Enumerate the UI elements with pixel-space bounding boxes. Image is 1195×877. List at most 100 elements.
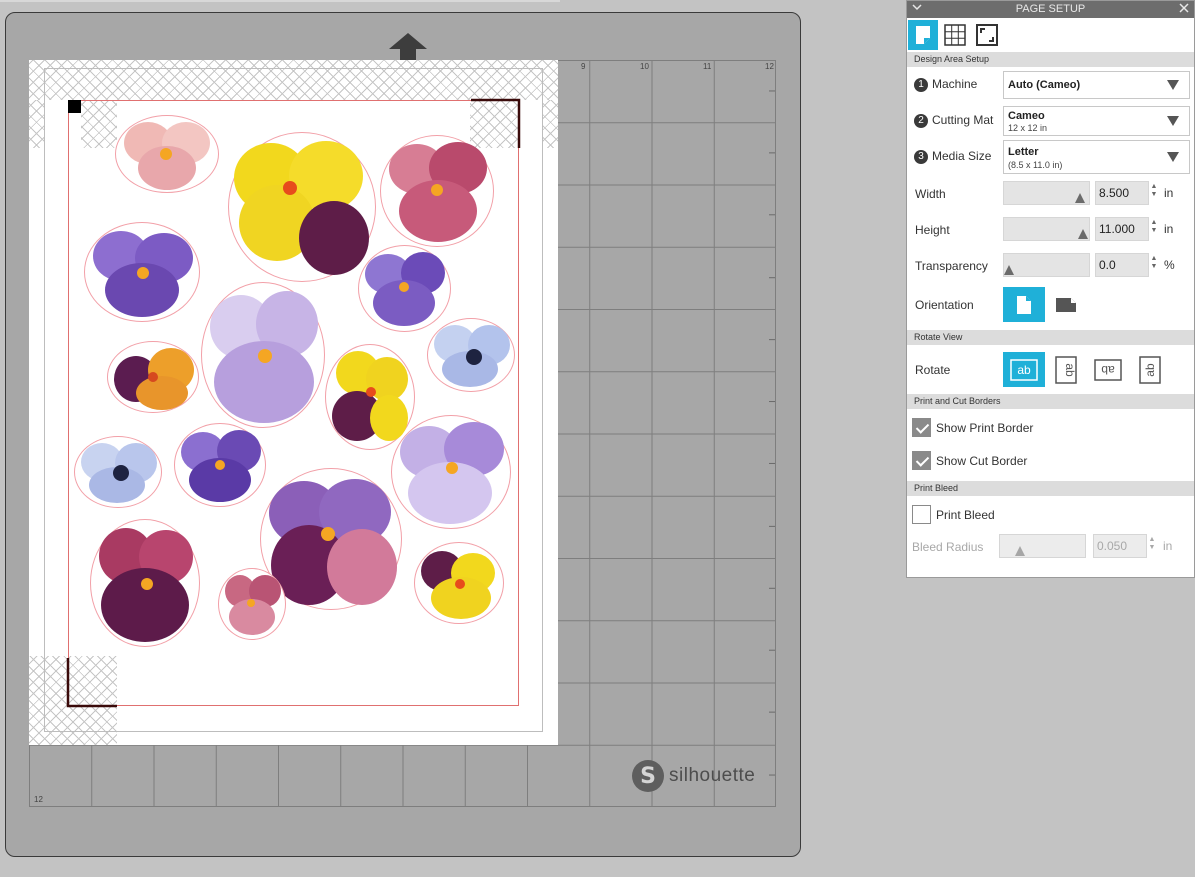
rotate-glyph: ab xyxy=(1101,363,1115,377)
media-page[interactable] xyxy=(29,60,558,745)
stepper-icon[interactable]: ▲ ▼ xyxy=(1149,255,1159,271)
slider-thumb[interactable] xyxy=(1077,229,1088,239)
up-arrow-icon[interactable] xyxy=(388,32,428,62)
width-input[interactable]: 8.500 xyxy=(1095,181,1149,205)
show-print-border-checkbox[interactable] xyxy=(912,418,931,437)
chevron-down-icon[interactable] xyxy=(911,1,923,19)
step-number: 3 xyxy=(914,149,928,164)
rotate-180-button[interactable]: ab xyxy=(1087,352,1129,387)
height-unit: in xyxy=(1164,222,1174,236)
cutting-mat-dropdown[interactable]: Cameo 12 x 12 in xyxy=(1003,106,1190,136)
transparency-unit: % xyxy=(1164,258,1175,272)
rotate-glyph: ab xyxy=(1063,363,1077,377)
media-size-dropdown[interactable]: Letter (8.5 x 11.0 in) xyxy=(1003,140,1190,174)
landscape-icon xyxy=(1056,297,1076,312)
width-slider[interactable] xyxy=(1003,181,1090,205)
pansy-sticker[interactable] xyxy=(380,135,494,247)
grid-icon[interactable] xyxy=(940,20,970,50)
orientation-label: Orientation xyxy=(915,298,974,312)
bleed-radius-label: Bleed Radius xyxy=(912,540,984,554)
width-row: Width 8.500 ▲ ▼ in xyxy=(907,177,1194,213)
rotate-glyph: ab xyxy=(1143,363,1157,377)
pansy-sticker[interactable] xyxy=(218,568,286,640)
rotate-0-button[interactable]: ab xyxy=(1003,352,1045,387)
section-rotate-view: Rotate View xyxy=(907,330,1194,345)
machine-label: 1 Machine xyxy=(914,77,977,92)
transparency-input[interactable]: 0.0 xyxy=(1095,253,1149,277)
machine-value: Auto (Cameo) xyxy=(1008,79,1081,91)
rotate-glyph: ab xyxy=(1017,363,1031,377)
brand-text: silhouette xyxy=(669,765,756,786)
registration-mark-corner xyxy=(471,98,521,148)
page-icon[interactable] xyxy=(908,20,938,50)
cutting-mat-value: Cameo xyxy=(1008,110,1045,122)
rotate-0-icon: ab xyxy=(1010,358,1038,381)
portrait-orientation-button[interactable] xyxy=(1003,287,1045,322)
fullscreen-icon[interactable] xyxy=(972,20,1002,50)
print-bleed-row: Print Bleed xyxy=(907,496,1194,530)
show-cut-border-label: Show Cut Border xyxy=(936,454,1028,468)
transparency-slider[interactable] xyxy=(1003,253,1090,277)
pansy-sticker[interactable] xyxy=(115,115,219,193)
ruler-label: 9 xyxy=(581,62,586,71)
rotate-row: Rotate ab ab ab ab xyxy=(907,345,1194,394)
machine-dropdown[interactable]: Auto (Cameo) xyxy=(1003,71,1190,99)
media-size-label: 3 Media Size xyxy=(914,149,991,164)
media-size-value: Letter xyxy=(1008,146,1039,158)
panel-title: PAGE SETUP xyxy=(1015,3,1086,15)
bleed-radius-unit: in xyxy=(1163,539,1173,553)
machine-row: 1 Machine Auto (Cameo) xyxy=(907,67,1194,103)
registration-mark-corner xyxy=(66,658,117,708)
stepper-icon[interactable]: ▲ ▼ xyxy=(1149,219,1159,235)
rotate-label: Rotate xyxy=(915,363,951,377)
pansy-sticker[interactable] xyxy=(174,423,266,507)
registration-mark-square xyxy=(68,100,81,113)
stepper-icon[interactable]: ▲ ▼ xyxy=(1149,183,1159,199)
slider-thumb[interactable] xyxy=(1015,546,1025,556)
show-print-border-label: Show Print Border xyxy=(936,421,1034,435)
no-print-zone xyxy=(29,100,44,148)
chevron-down-icon xyxy=(1167,80,1179,90)
rotate-180-icon: ab xyxy=(1094,358,1122,381)
pansy-sticker[interactable] xyxy=(228,132,376,282)
landscape-orientation-button[interactable] xyxy=(1045,287,1087,322)
height-slider[interactable] xyxy=(1003,217,1090,241)
height-input[interactable]: 11.000 xyxy=(1095,217,1149,241)
pansy-sticker[interactable] xyxy=(107,341,199,413)
slider-thumb[interactable] xyxy=(1004,265,1014,275)
brand-logo: S silhouette xyxy=(632,760,755,792)
stepper-icon[interactable]: ▲ ▼ xyxy=(1147,536,1157,552)
bleed-radius-slider[interactable] xyxy=(999,534,1086,558)
rotate-270-icon: ab xyxy=(1139,355,1161,384)
cutting-mat-size: 12 x 12 in xyxy=(1008,123,1048,133)
top-strip xyxy=(0,0,560,2)
pansy-sticker[interactable] xyxy=(90,519,200,647)
pansy-sticker[interactable] xyxy=(84,222,200,322)
ruler-label: 11 xyxy=(703,62,712,71)
pansy-sticker[interactable] xyxy=(391,415,511,529)
show-cut-border-row: Show Cut Border xyxy=(907,442,1194,481)
pansy-sticker[interactable] xyxy=(414,542,504,624)
cutting-mat-row: 2 Cutting Mat Cameo 12 x 12 in xyxy=(907,103,1194,139)
bleed-radius-input[interactable]: 0.050 xyxy=(1093,534,1147,558)
width-unit: in xyxy=(1164,186,1174,200)
ruler-label: 10 xyxy=(640,62,649,71)
transparency-label: Transparency xyxy=(915,259,988,273)
show-cut-border-checkbox[interactable] xyxy=(912,451,931,470)
slider-thumb[interactable] xyxy=(1075,193,1086,203)
transparency-row: Transparency 0.0 ▲ ▼ % xyxy=(907,249,1194,285)
media-size-dimensions: (8.5 x 11.0 in) xyxy=(1008,160,1063,170)
media-size-row: 3 Media Size Letter (8.5 x 11.0 in) xyxy=(907,139,1194,177)
pansy-sticker[interactable] xyxy=(427,318,515,392)
machine-label-text: Machine xyxy=(932,77,978,91)
pansy-sticker[interactable] xyxy=(358,245,451,332)
close-icon[interactable] xyxy=(1179,1,1189,18)
rotate-270-button[interactable]: ab xyxy=(1129,352,1171,387)
rotate-90-button[interactable]: ab xyxy=(1045,352,1087,387)
pansy-sticker[interactable] xyxy=(325,344,415,450)
pansy-sticker[interactable] xyxy=(201,282,325,428)
cutting-mat-label-text: Cutting Mat xyxy=(932,113,994,127)
print-bleed-checkbox[interactable] xyxy=(912,505,931,524)
pansy-sticker[interactable] xyxy=(74,436,162,508)
panel-tabs xyxy=(907,18,1194,52)
